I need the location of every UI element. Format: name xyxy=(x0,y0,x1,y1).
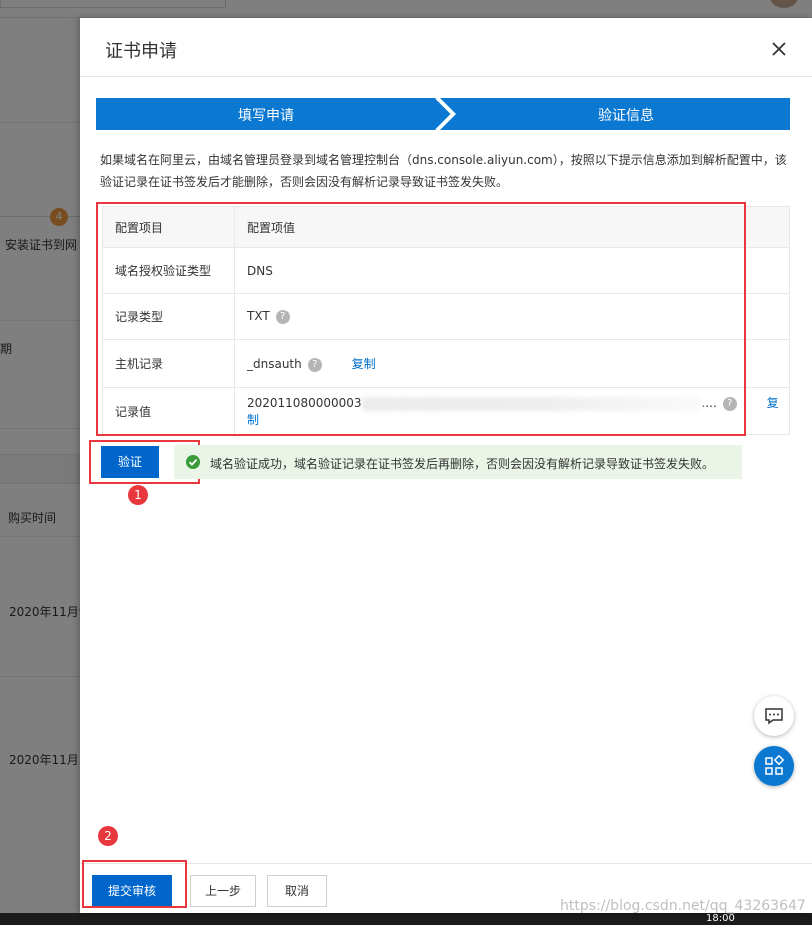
clock: 18:00 xyxy=(706,913,735,924)
chat-icon[interactable] xyxy=(754,696,794,736)
taskbar: 18:00 xyxy=(0,913,812,925)
success-alert: 域名验证成功，域名验证记录在证书签发后再删除，否则会因没有解析记录导致证书签发失… xyxy=(174,445,742,479)
apps-icon[interactable] xyxy=(754,746,794,786)
annotation-badge-2: 2 xyxy=(98,826,118,846)
drawer-title: 证书申请 xyxy=(105,41,177,62)
drawer-header: 证书申请 xyxy=(80,18,812,77)
certificate-application-drawer: 证书申请 填写申请 验证信息 如果域名在阿里云，由域名管理员登录到域名管理控制台… xyxy=(80,18,812,913)
previous-step-button[interactable]: 上一步 xyxy=(190,875,256,907)
annotation-box-table xyxy=(96,202,746,436)
close-icon[interactable] xyxy=(768,38,790,60)
annotation-box-submit xyxy=(82,860,187,908)
instruction-text: 如果域名在阿里云，由域名管理员登录到域名管理控制台（dns.console.al… xyxy=(100,153,787,189)
annotation-badge-1: 1 xyxy=(128,485,148,505)
success-message: 域名验证成功，域名验证记录在证书签发后再删除，否则会因没有解析记录导致证书签发失… xyxy=(210,457,715,471)
check-circle-icon xyxy=(186,455,200,469)
cancel-button[interactable]: 取消 xyxy=(267,875,327,907)
step-progress-bar: 填写申请 验证信息 xyxy=(96,98,790,130)
step-fill-application: 填写申请 xyxy=(238,108,294,124)
step-verify-info: 验证信息 xyxy=(598,108,654,124)
watermark: https://blog.csdn.net/qq_43263647 xyxy=(560,898,806,914)
